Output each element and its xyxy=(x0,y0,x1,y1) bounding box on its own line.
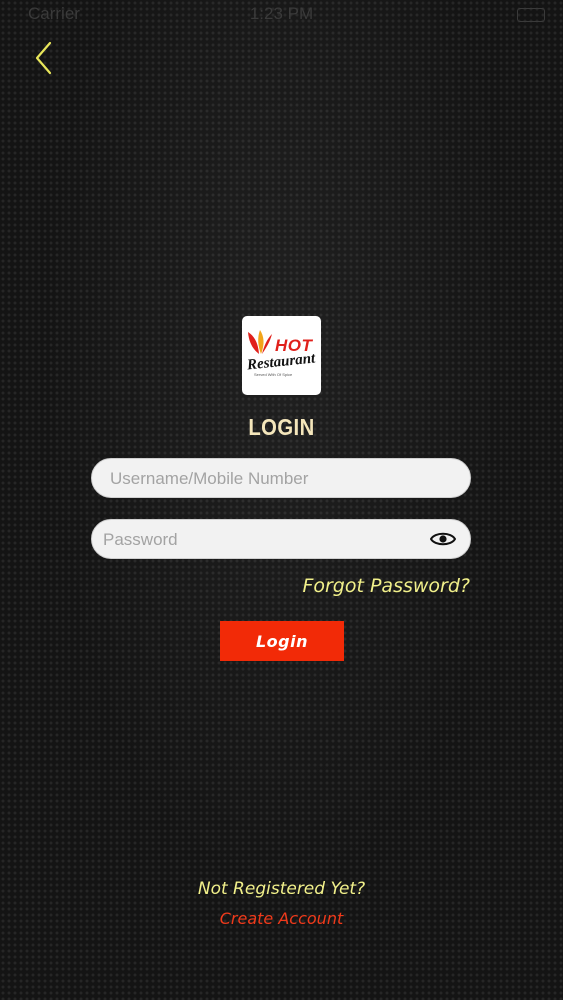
flame-icon xyxy=(248,330,272,354)
battery-icon xyxy=(517,8,545,22)
status-bar: Carrier 1:23 PM xyxy=(0,0,563,30)
restaurant-logo: HOT Restaurant Served With Of Spice xyxy=(242,316,321,395)
logo-tagline: Served With Of Spice xyxy=(254,372,293,377)
forgot-password-link[interactable]: Forgot Password? xyxy=(302,575,470,597)
password-input[interactable] xyxy=(101,520,405,560)
eye-icon[interactable] xyxy=(429,529,457,549)
create-account-link[interactable]: Create Account xyxy=(0,909,563,928)
login-button[interactable]: Login xyxy=(220,621,344,661)
back-button[interactable] xyxy=(30,38,60,78)
chevron-left-icon xyxy=(35,41,52,75)
password-field-container xyxy=(91,519,471,560)
username-field-container xyxy=(91,458,471,499)
login-title: LOGIN xyxy=(248,414,315,440)
status-time: 1:23 PM xyxy=(249,4,314,23)
not-registered-text: Not Registered Yet? xyxy=(197,879,366,899)
username-input[interactable] xyxy=(108,459,412,499)
